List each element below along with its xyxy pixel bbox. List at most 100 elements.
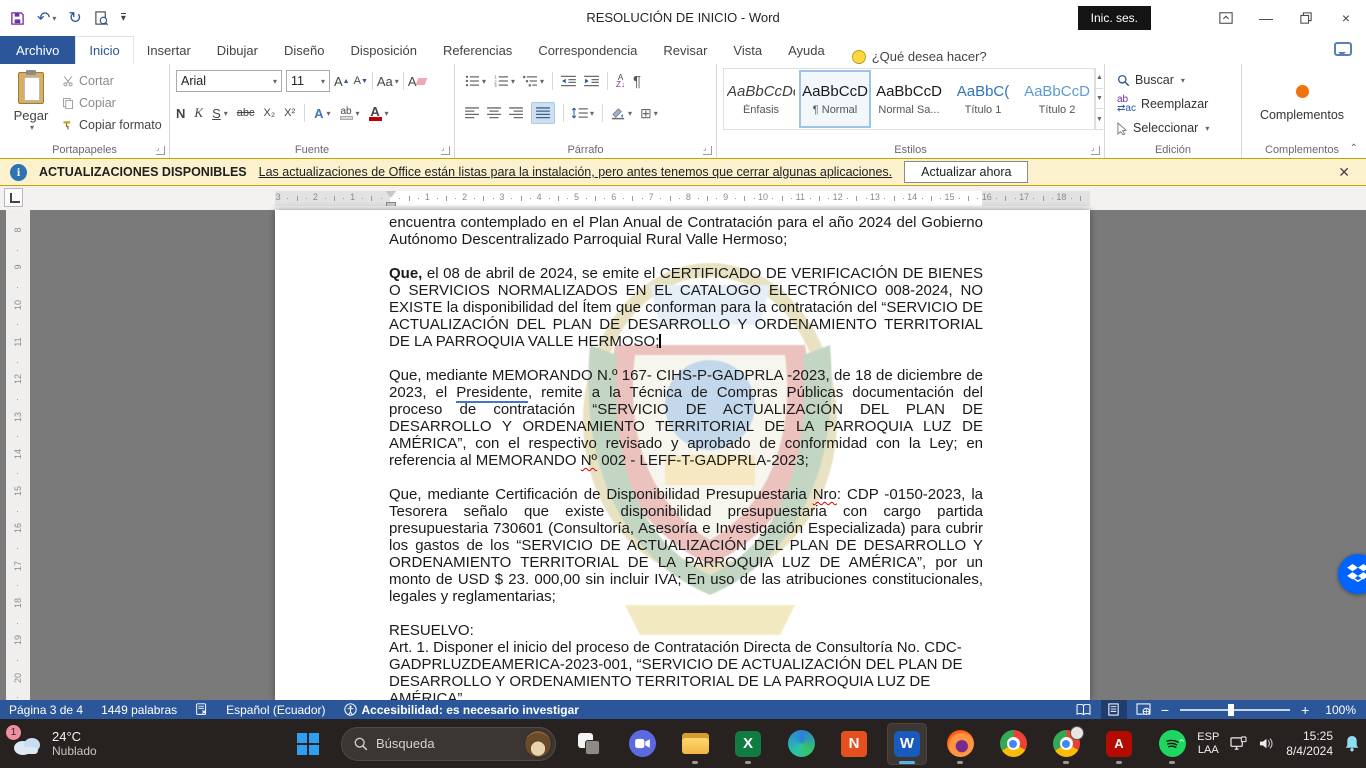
numbering-icon[interactable]: 123▾ [494, 75, 515, 87]
excel-button[interactable]: X [728, 723, 768, 765]
justify-icon[interactable] [531, 102, 555, 124]
copy-button[interactable]: Copiar [62, 92, 162, 114]
align-right-icon[interactable] [509, 107, 523, 119]
ribbon-display-options-icon[interactable] [1206, 0, 1246, 36]
font-size-combo[interactable]: 11▾ [286, 70, 330, 92]
tab-disposicion[interactable]: Disposición [337, 36, 429, 64]
styles-scroll-up-icon[interactable]: ▲ [1096, 68, 1103, 89]
align-left-icon[interactable] [465, 107, 479, 119]
select-button[interactable]: Seleccionar▾ [1117, 116, 1235, 140]
zoom-slider-thumb[interactable] [1228, 704, 1234, 716]
dropbox-icon[interactable] [1338, 554, 1366, 594]
horizontal-ruler[interactable]: 321123456789101112131415161718 [275, 191, 1090, 206]
format-painter-button[interactable]: Copiar formato [62, 114, 162, 136]
chrome-profile-button[interactable] [1046, 723, 1086, 765]
highlight-button[interactable]: ab [340, 107, 353, 120]
underline-button[interactable]: S [212, 106, 221, 121]
strikethrough-button[interactable]: abc [237, 107, 255, 119]
shrink-font-button[interactable]: A▼ [354, 75, 368, 87]
tab-ayuda[interactable]: Ayuda [775, 36, 838, 64]
tab-correspondencia[interactable]: Correspondencia [525, 36, 650, 64]
shading-icon[interactable]: ▾ [611, 107, 632, 120]
paragraph[interactable]: Que, el 08 de abril de 2024, se emite el… [389, 265, 983, 350]
style-normal-sa-[interactable]: AaBbCcDNormal Sa... [873, 70, 945, 128]
update-now-button[interactable]: Actualizar ahora [904, 161, 1028, 183]
parrafo-dialog-launcher-icon[interactable]: ⌟ [703, 146, 712, 155]
italic-button[interactable]: K [194, 105, 203, 121]
search-box[interactable]: Búsqueda [341, 727, 556, 761]
tab-inicio[interactable]: Inicio [75, 36, 133, 64]
paragraph[interactable]: RESUELVO: [389, 622, 983, 639]
font-color-button[interactable]: A [369, 106, 382, 121]
style-t-tulo-1[interactable]: AaBbC(Título 1 [947, 70, 1019, 128]
language-indicator[interactable]: Español (Ecuador) [217, 703, 334, 717]
tab-archivo[interactable]: Archivo [0, 36, 75, 64]
word-button[interactable]: W [887, 723, 927, 765]
chat-button[interactable] [622, 723, 662, 765]
pilcrow-icon[interactable]: ¶ [633, 73, 641, 90]
replace-button[interactable]: ab⇄ac Reemplazar [1117, 92, 1235, 116]
paragraph[interactable]: Que, mediante MEMORANDO N.º 167- CIHS-P-… [389, 367, 983, 469]
fuente-dialog-launcher-icon[interactable]: ⌟ [441, 146, 450, 155]
cut-button[interactable]: Cortar [62, 70, 162, 92]
web-layout-icon[interactable] [1131, 700, 1157, 719]
zoom-slider[interactable] [1180, 709, 1290, 711]
line-spacing-icon[interactable]: ▾ [572, 107, 594, 119]
sort-icon[interactable]: AZ↓ [616, 74, 625, 88]
firefox-button[interactable] [940, 723, 980, 765]
vertical-ruler[interactable]: 891011121314151617181920 [6, 210, 30, 700]
document-page[interactable]: encuentra contemplado en el Plan Anual d… [275, 210, 1090, 700]
tray-expand-icon[interactable]: ⌃ [1177, 737, 1186, 750]
proofing-icon[interactable] [186, 703, 217, 716]
minimize-button[interactable]: — [1246, 0, 1286, 36]
tab-diseno[interactable]: Diseño [271, 36, 337, 64]
page-indicator[interactable]: Página 3 de 4 [0, 703, 92, 717]
print-layout-icon[interactable] [1101, 700, 1127, 719]
collapse-ribbon-icon[interactable]: ⌃ [1350, 143, 1358, 154]
clock[interactable]: 15:25 8/4/2024 [1286, 729, 1333, 759]
text-effects-button[interactable]: A [314, 106, 323, 121]
left-indent-marker[interactable] [386, 202, 396, 206]
document-text[interactable]: encuentra contemplado en el Plan Anual d… [389, 214, 983, 724]
subscript-button[interactable]: X₂ [264, 107, 276, 119]
decrease-indent-icon[interactable] [561, 75, 576, 87]
styles-scroll-down-icon[interactable]: ▼ [1096, 89, 1103, 110]
volume-icon[interactable] [1258, 736, 1275, 751]
nitro-pdf-button[interactable]: N [834, 723, 874, 765]
styles-more-icon[interactable]: ▼ [1096, 109, 1103, 130]
bold-button[interactable]: N [176, 106, 185, 121]
first-line-indent-marker[interactable] [386, 191, 396, 202]
feedback-comment-icon[interactable] [1334, 42, 1352, 56]
zoom-out-button[interactable]: − [1161, 702, 1169, 718]
read-mode-icon[interactable] [1071, 700, 1097, 719]
zoom-level[interactable]: 100% [1325, 703, 1356, 717]
tab-insertar[interactable]: Insertar [134, 36, 204, 64]
edge-button[interactable] [781, 723, 821, 765]
word-count[interactable]: 1449 palabras [92, 703, 186, 717]
align-center-icon[interactable] [487, 107, 501, 119]
zoom-in-button[interactable]: + [1301, 702, 1309, 718]
addins-button[interactable]: Complementos [1248, 68, 1356, 138]
style--nfasis[interactable]: AaBbCcDcÉnfasis [725, 70, 797, 128]
change-case-button[interactable]: Aa▾ [377, 74, 399, 89]
clear-formatting-button[interactable]: A [408, 74, 427, 89]
tab-dibujar[interactable]: Dibujar [204, 36, 271, 64]
bullets-icon[interactable]: ▾ [465, 75, 486, 87]
style--normal[interactable]: AaBbCcD¶ Normal [799, 70, 871, 128]
tab-referencias[interactable]: Referencias [430, 36, 525, 64]
chrome-button[interactable] [993, 723, 1033, 765]
start-button[interactable] [288, 723, 328, 765]
network-icon[interactable] [1230, 736, 1247, 751]
paste-button[interactable]: Pegar ▾ [6, 68, 56, 140]
multilevel-list-icon[interactable]: ▾ [523, 75, 544, 87]
paragraph[interactable]: Que, mediante Certificación de Disponibi… [389, 486, 983, 605]
tab-vista[interactable]: Vista [720, 36, 775, 64]
restore-button[interactable] [1286, 0, 1326, 36]
superscript-button[interactable]: X² [284, 107, 295, 119]
borders-icon[interactable]: ⊞▾ [640, 105, 658, 122]
message-bar-close-icon[interactable]: ✕ [1338, 164, 1356, 181]
message-bar-link[interactable]: Las actualizaciones de Office están list… [259, 165, 892, 179]
font-family-combo[interactable]: Arial▾ [176, 70, 282, 92]
paragraph[interactable]: encuentra contemplado en el Plan Anual d… [389, 214, 983, 248]
grow-font-button[interactable]: A▲ [334, 74, 350, 89]
